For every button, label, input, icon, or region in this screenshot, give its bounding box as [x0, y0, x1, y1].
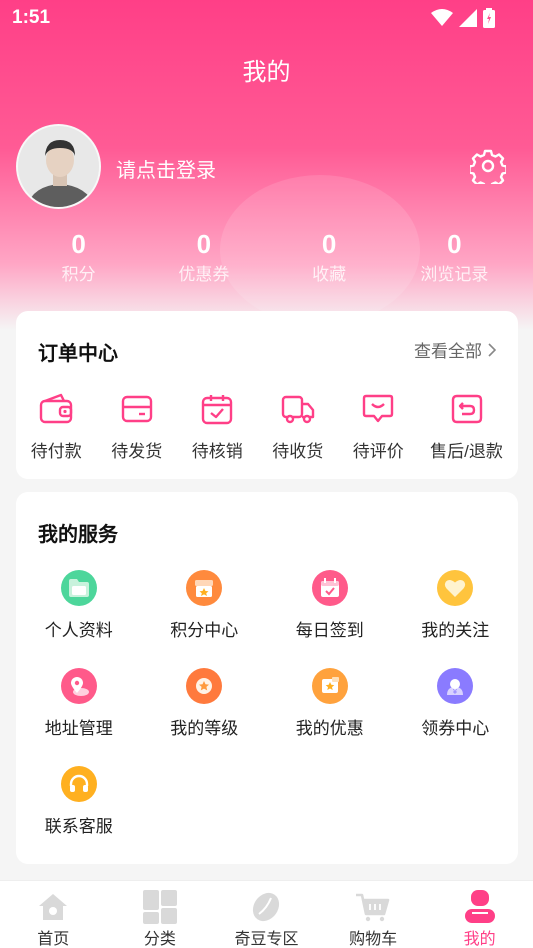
service-label: 我的优惠	[295, 719, 364, 738]
status-bar: 1:51	[0, 0, 533, 36]
order-label: 售后/退款	[430, 442, 503, 461]
tab-home[interactable]: 首页	[0, 881, 107, 948]
gear-icon	[468, 149, 508, 190]
stat-history[interactable]: 0 浏览记录	[392, 228, 517, 285]
comment-icon	[363, 394, 394, 423]
stat-label: 浏览记录	[420, 265, 489, 284]
stat-value: 0	[196, 229, 212, 259]
settings-button[interactable]	[468, 148, 508, 190]
user-icon	[464, 890, 495, 923]
medal-icon	[196, 678, 213, 694]
order-pending-payment[interactable]: 待付款	[16, 391, 97, 462]
signal-icon	[459, 9, 477, 27]
page-title: 我的	[242, 59, 291, 86]
service-label: 我的关注	[421, 621, 490, 640]
wifi-icon	[431, 9, 453, 26]
order-pending-receipt[interactable]: 待收货	[258, 391, 339, 462]
order-label: 待收货	[272, 442, 324, 461]
stat-value: 0	[321, 229, 337, 259]
service-label: 每日签到	[295, 621, 364, 640]
service-label: 个人资料	[44, 621, 113, 640]
service-daily-checkin[interactable]: 每日签到	[267, 570, 393, 668]
order-center-title: 订单中心	[38, 343, 118, 365]
card-icon	[121, 395, 152, 423]
stat-points[interactable]: 0 积分	[16, 228, 141, 285]
login-prompt[interactable]: 请点击登录	[116, 154, 216, 183]
tab-label: 分类	[143, 931, 176, 948]
bean-icon	[253, 892, 280, 922]
shop-icon	[195, 580, 214, 597]
order-label: 待付款	[30, 442, 82, 461]
order-pending-review[interactable]: 待评价	[338, 391, 419, 462]
home-icon	[39, 894, 68, 920]
service-coupon-center[interactable]: ¥ 领券中心	[393, 668, 519, 766]
chevron-right-icon	[488, 342, 496, 357]
service-address-management[interactable]: 地址管理	[16, 668, 142, 766]
service-label: 地址管理	[44, 719, 113, 738]
calendar-check-icon	[202, 395, 233, 425]
service-label: 积分中心	[170, 621, 239, 640]
order-pending-shipment[interactable]: 待发货	[97, 391, 178, 462]
tab-label: 购物车	[349, 931, 398, 948]
service-my-discounts[interactable]: 我的优惠	[267, 668, 393, 766]
service-label: 我的等级	[170, 719, 239, 738]
service-label: 领券中心	[421, 719, 490, 738]
avatar[interactable]	[16, 124, 101, 209]
tab-label: 奇豆专区	[234, 931, 299, 948]
coupon-icon	[321, 677, 339, 693]
service-profile[interactable]: 个人资料	[16, 570, 142, 668]
my-services-title: 我的服务	[38, 524, 118, 546]
stat-label: 优惠券	[178, 265, 230, 284]
order-label: 待核销	[191, 442, 243, 461]
headset-icon	[69, 774, 88, 792]
avatar-image	[18, 126, 99, 207]
stat-coupons[interactable]: 0 优惠券	[141, 228, 266, 285]
battery-icon	[483, 8, 495, 28]
tab-cart[interactable]: 购物车	[320, 881, 427, 948]
service-customer-support[interactable]: 联系客服	[16, 766, 142, 864]
tab-label: 我的	[463, 931, 496, 948]
service-my-follows[interactable]: 我的关注	[393, 570, 519, 668]
tab-mine[interactable]: 我的	[426, 881, 533, 948]
service-label: 联系客服	[44, 817, 113, 836]
stat-value: 0	[71, 229, 86, 259]
stat-label: 积分	[61, 265, 96, 284]
order-label: 待评价	[352, 442, 404, 461]
tab-label: 首页	[37, 931, 70, 948]
tab-category[interactable]: 分类	[107, 881, 214, 948]
status-icons	[431, 8, 495, 28]
order-center-card: 订单中心 查看全部 待付款 待发货 待核销 待收货 待评价 售后/退款	[16, 311, 518, 479]
wallet-icon	[40, 393, 73, 424]
heart-icon	[445, 579, 466, 597]
view-all-orders-link[interactable]: 查看全部	[414, 337, 496, 362]
order-pending-verification[interactable]: 待核销	[177, 391, 258, 462]
view-all-label: 查看全部	[414, 342, 482, 361]
status-time: 1:51	[12, 7, 51, 28]
my-services-card: 我的服务 个人资料 积分中心 每日签到 我的关注 地址管理 我的等级 我的优惠	[16, 492, 518, 864]
location-icon	[70, 677, 89, 696]
service-my-level[interactable]: 我的等级	[142, 668, 268, 766]
calendar-icon	[320, 578, 339, 597]
stats-row: 0 积分 0 优惠券 0 收藏 0 浏览记录	[16, 228, 517, 285]
truck-icon	[281, 395, 314, 424]
return-icon	[451, 394, 482, 424]
order-label: 待发货	[111, 442, 163, 461]
order-after-sales[interactable]: 售后/退款	[419, 391, 515, 462]
tab-qidou-zone[interactable]: 奇豆专区	[213, 881, 320, 948]
yen-icon: ¥	[447, 679, 464, 696]
cart-icon	[356, 893, 390, 922]
stat-favorites[interactable]: 0 收藏	[267, 228, 392, 285]
service-points-center[interactable]: 积分中心	[142, 570, 268, 668]
stat-label: 收藏	[312, 265, 347, 284]
grid-icon	[142, 890, 177, 924]
bottom-tab-bar: 首页 分类 奇豆专区 购物车 我的	[0, 880, 533, 948]
svg-text:¥: ¥	[453, 688, 458, 696]
stat-value: 0	[447, 229, 462, 259]
folder-icon	[68, 579, 89, 597]
